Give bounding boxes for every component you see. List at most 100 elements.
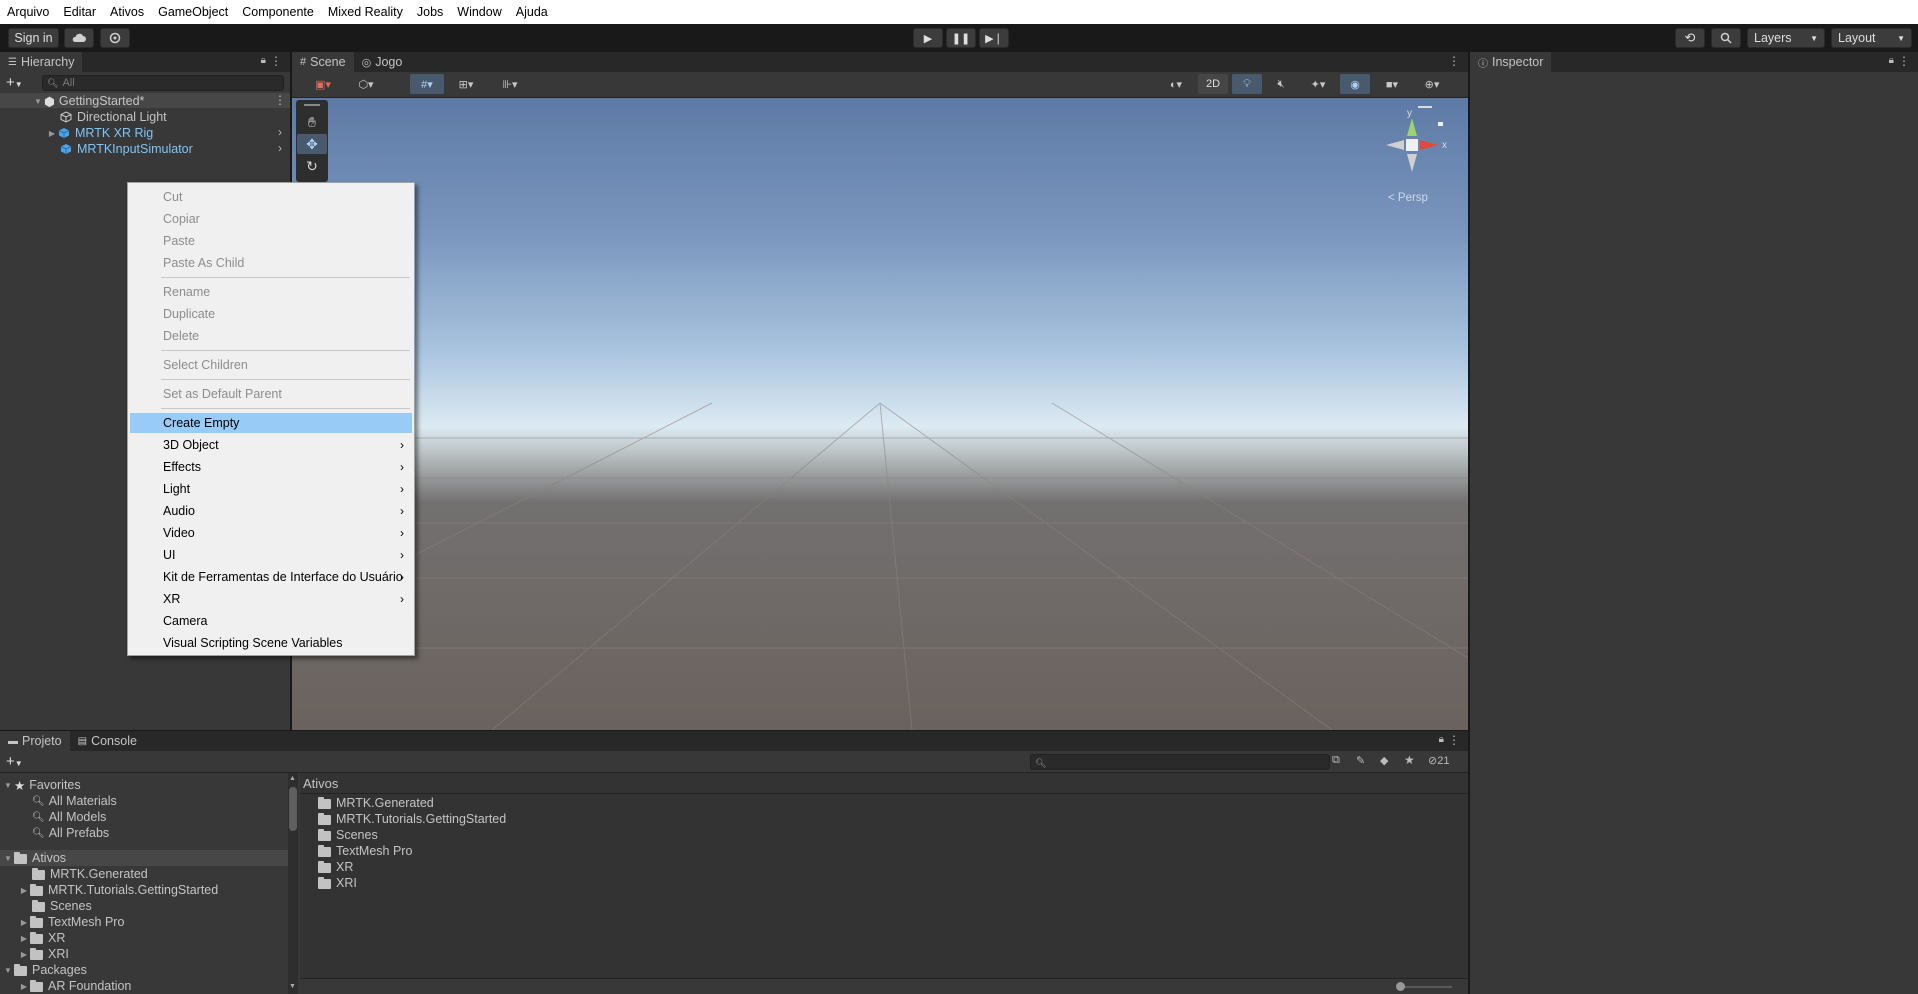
tab-project[interactable]: ▬ Projeto (0, 731, 70, 751)
menu-item-visual-scripting-scene-variables[interactable]: Visual Scripting Scene Variables (130, 633, 412, 653)
menu-item-rename[interactable]: Rename (130, 282, 412, 302)
play-icon[interactable]: ▶ (913, 28, 943, 48)
menu-item-paste-as-child[interactable]: Paste As Child (130, 253, 412, 273)
menu-mixed-reality[interactable]: Mixed Reality (321, 5, 410, 19)
menu-item-xr[interactable]: XR › (130, 589, 412, 609)
expand-arrow-icon[interactable]: ▶ (18, 950, 30, 959)
tab-game[interactable]: ◎ Jogo (354, 52, 411, 72)
asset-folder[interactable]: TextMesh Pro (318, 843, 412, 859)
expand-arrow-icon[interactable]: ▼ (2, 781, 14, 790)
tree-fav-item[interactable]: 🔍︎ All Models (32, 809, 106, 825)
tree-folder[interactable]: ▶ MRTK.Tutorials.GettingStarted (18, 882, 218, 898)
add-icon[interactable]: +▼ (6, 753, 23, 770)
expand-arrow-icon[interactable]: ▶ (46, 129, 58, 138)
menu-ajuda[interactable]: Ajuda (509, 5, 555, 19)
expand-arrow-icon[interactable]: ▼ (2, 854, 14, 863)
menu-item-delete[interactable]: Delete (130, 326, 412, 346)
scroll-up-icon[interactable]: ▲ (289, 775, 296, 782)
asset-folder[interactable]: XRI (318, 875, 357, 891)
audio-icon[interactable]: 🔇︎ (1266, 74, 1296, 94)
filter-type-icon[interactable]: ⧉ (1332, 754, 1340, 767)
add-icon[interactable]: +▼ (6, 74, 23, 91)
menu-item-audio[interactable]: Audio › (130, 501, 412, 521)
tree-folder[interactable]: ▶ XR (18, 930, 65, 946)
tree-folder[interactable]: ▶ AR Foundation (18, 978, 131, 994)
menu-item-create-empty[interactable]: Create Empty (130, 413, 412, 433)
menu-item-camera[interactable]: Camera (130, 611, 412, 631)
tag-icon[interactable]: ◆ (1380, 754, 1388, 767)
persp-label[interactable]: < Persp (1388, 192, 1428, 204)
project-search-input[interactable]: 🔍︎ (1030, 754, 1330, 770)
increment-snap-icon[interactable]: ⊞▾ (450, 74, 482, 94)
chevron-right-icon[interactable]: › (278, 141, 282, 155)
tree-folder[interactable]: MRTK.Generated (32, 866, 148, 882)
scene-row[interactable]: ▼ ⬢ GettingStarted* (32, 93, 144, 109)
menu-item-paste[interactable]: Paste (130, 231, 412, 251)
filter-label-icon[interactable]: ✎ (1356, 754, 1365, 767)
render-mode-icon[interactable]: ◐▾ (1158, 74, 1194, 94)
breadcrumb[interactable]: Ativos (303, 775, 338, 791)
menu-componente[interactable]: Componente (235, 5, 321, 19)
hierarchy-item-mrtk-input-simulator[interactable]: MRTKInputSimulator (60, 141, 193, 157)
menu-item-ui-toolkit[interactable]: Kit de Ferramentas de Interface do Usuár… (130, 567, 412, 587)
menu-item-select-children[interactable]: Select Children (130, 355, 412, 375)
tree-fav-item[interactable]: 🔍︎ All Materials (32, 793, 117, 809)
star-icon[interactable]: ★ (1404, 753, 1415, 767)
expand-arrow-icon[interactable]: ▶ (18, 886, 30, 895)
menu-item-copy[interactable]: Copiar (130, 209, 412, 229)
2d-toggle-button[interactable]: 2D (1198, 74, 1228, 94)
more-menu-icon[interactable]: ⋮ (1448, 733, 1460, 747)
tree-ativos[interactable]: ▼ Ativos (2, 850, 66, 866)
sign-in-button[interactable]: Sign in (8, 28, 59, 48)
expand-arrow-icon[interactable]: ▶ (18, 918, 30, 927)
hierarchy-item-directional-light[interactable]: Directional Light (60, 109, 167, 125)
tab-inspector[interactable]: ⓘ Inspector (1470, 52, 1552, 72)
layers-dropdown[interactable]: Layers ▼ (1747, 28, 1825, 48)
hidden-packages-icon[interactable]: ⊘21 (1428, 754, 1449, 767)
expand-arrow-icon[interactable]: ▼ (32, 97, 44, 106)
zoom-slider-thumb[interactable] (1396, 982, 1405, 991)
menu-item-3d-object[interactable]: 3D Object › (130, 435, 412, 455)
pause-icon[interactable]: ❚❚ (946, 28, 976, 48)
asset-folder[interactable]: MRTK.Tutorials.GettingStarted (318, 811, 506, 827)
menu-ativos[interactable]: Ativos (103, 5, 151, 19)
rotate-tool-icon[interactable]: ↻ (297, 156, 327, 176)
tree-scrollbar[interactable]: ▲ ▼ (288, 773, 298, 994)
expand-arrow-icon[interactable]: ▼ (2, 966, 14, 975)
zoom-slider[interactable] (1400, 986, 1452, 988)
tree-folder[interactable]: ▶ TextMesh Pro (18, 914, 125, 930)
camera-icon[interactable]: ■▾ (1374, 74, 1410, 94)
grid-snap-icon[interactable]: #▾ (410, 74, 444, 94)
scene-viewport[interactable]: ✋︎ ✥ ↻ y x < Persp (292, 98, 1468, 730)
tree-favorites[interactable]: ▼ ★ Favorites (2, 777, 81, 793)
orientation-gizmo[interactable]: y x < Persp (1372, 104, 1452, 214)
menu-item-cut[interactable]: Cut (130, 187, 412, 207)
tree-packages[interactable]: ▼ Packages (2, 962, 87, 978)
tab-hierarchy[interactable]: ☰ Hierarchy (0, 52, 83, 72)
more-menu-icon[interactable]: ⋮ (1898, 54, 1910, 68)
gizmos-icon[interactable]: ⊕▾ (1414, 74, 1450, 94)
hierarchy-search-input[interactable]: 🔍︎ All (42, 75, 284, 91)
effects-icon[interactable]: ✦▾ (1300, 74, 1336, 94)
more-menu-icon[interactable]: ⋮ (270, 54, 282, 68)
tree-folder[interactable]: ▶ XRI (18, 946, 69, 962)
collab-icon[interactable] (100, 28, 130, 48)
menu-gameobject[interactable]: GameObject (151, 5, 235, 19)
search-icon[interactable] (1711, 28, 1741, 48)
menu-item-effects[interactable]: Effects › (130, 457, 412, 477)
shading-icon[interactable]: ⬡▾ (350, 74, 382, 94)
menu-item-ui[interactable]: UI › (130, 545, 412, 565)
scrollbar-thumb[interactable] (289, 787, 297, 831)
ruler-icon[interactable]: ⊪▾ (492, 74, 528, 94)
menu-jobs[interactable]: Jobs (410, 5, 450, 19)
tab-console[interactable]: ▤ Console (70, 731, 145, 751)
lighting-icon[interactable]: 💡︎ (1232, 74, 1262, 94)
lock-icon[interactable]: 🔒︎ (261, 55, 266, 66)
cloud-icon[interactable] (64, 28, 94, 48)
menu-item-light[interactable]: Light › (130, 479, 412, 499)
lock-icon[interactable]: 🔒︎ (1439, 734, 1444, 745)
menu-item-duplicate[interactable]: Duplicate (130, 304, 412, 324)
asset-folder[interactable]: Scenes (318, 827, 378, 843)
more-menu-icon[interactable]: ⋮ (1448, 54, 1460, 68)
visibility-icon[interactable]: ◉ (1340, 74, 1370, 94)
